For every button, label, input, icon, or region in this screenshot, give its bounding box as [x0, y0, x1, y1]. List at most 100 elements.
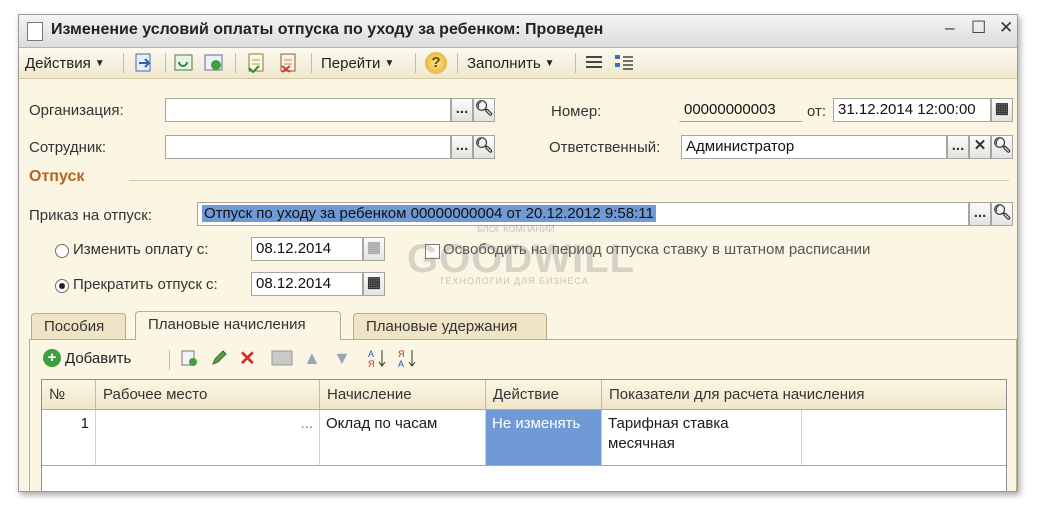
- search-icon: 🔍︎: [992, 204, 1012, 221]
- column-header-action[interactable]: Действие: [486, 380, 602, 410]
- table-cell-indicators[interactable]: Тарифная ставка месячная: [602, 410, 802, 466]
- list-view-button[interactable]: [583, 51, 605, 75]
- refresh-button[interactable]: [203, 51, 225, 75]
- window-title: Изменение условий оплаты отпуска по уход…: [51, 21, 604, 38]
- responsible-field[interactable]: Администратор: [681, 135, 947, 159]
- calendar-icon: ▦: [366, 274, 382, 291]
- arrow-up-icon: ▲: [303, 347, 321, 368]
- document-window: Изменение условий оплаты отпуска по уход…: [18, 14, 1018, 492]
- save-close-button[interactable]: [133, 51, 155, 75]
- organization-field[interactable]: [165, 98, 451, 122]
- sort-desc-icon: ЯА: [398, 349, 416, 369]
- chevron-down-icon: ▼: [94, 57, 105, 69]
- delete-row-button[interactable]: ✕: [239, 346, 256, 370]
- end-leave-date-picker[interactable]: ▦: [363, 272, 385, 296]
- search-icon: 🔍︎: [992, 137, 1012, 154]
- post-icon: [248, 53, 264, 74]
- edit-row-button[interactable]: [209, 346, 229, 370]
- column-header-number[interactable]: №: [42, 380, 96, 410]
- goto-menu[interactable]: Перейти ▼: [321, 51, 394, 75]
- chevron-down-icon: ▼: [384, 57, 395, 69]
- write-icon: [174, 54, 193, 71]
- responsible-label: Ответственный:: [549, 139, 661, 156]
- toolbar-separator: [123, 53, 124, 73]
- add-row-label: Добавить: [65, 349, 132, 367]
- svg-text:Я: Я: [368, 359, 375, 369]
- organization-select-button[interactable]: ...: [451, 98, 473, 122]
- toolbar-separator: [415, 53, 416, 73]
- order-open-button[interactable]: 🔍︎: [991, 202, 1013, 226]
- number-label: Номер:: [551, 103, 602, 120]
- date-label: от:: [807, 103, 827, 120]
- actions-menu[interactable]: Действия ▼: [25, 51, 105, 75]
- tab-planned-deductions[interactable]: Плановые удержания: [353, 313, 547, 339]
- sort-asc-icon: АЯ: [368, 349, 386, 369]
- number-field[interactable]: 00000000003: [679, 98, 803, 122]
- add-row-button[interactable]: + Добавить: [43, 346, 131, 370]
- fill-menu[interactable]: Заполнить ▼: [467, 51, 555, 75]
- change-pay-date-picker[interactable]: ▦: [363, 237, 385, 261]
- leave-section-title: Отпуск: [29, 168, 85, 185]
- end-leave-date-field[interactable]: 08.12.2014: [251, 272, 363, 296]
- order-select-button[interactable]: ...: [969, 202, 991, 226]
- accruals-table[interactable]: № Рабочее место Начисление Действие Пока…: [41, 379, 1007, 491]
- goto-label: Перейти: [321, 54, 381, 72]
- column-header-indicators[interactable]: Показатели для расчета начисления: [602, 380, 1006, 410]
- post-button[interactable]: [245, 51, 267, 75]
- write-button[interactable]: [173, 51, 195, 75]
- fill-label: Заполнить: [467, 54, 541, 72]
- search-icon: 🔍︎: [474, 100, 494, 117]
- change-pay-label[interactable]: Изменить оплату с:: [73, 241, 208, 258]
- column-header-accrual[interactable]: Начисление: [320, 380, 486, 410]
- end-edit-icon: [271, 350, 293, 366]
- tab-planned-accruals[interactable]: Плановые начисления: [135, 311, 341, 340]
- watermark-tagline: ТЕХНОЛОГИИ ДЛЯ БИЗНЕСА: [439, 276, 589, 286]
- end-leave-label[interactable]: Прекратить отпуск с:: [73, 276, 218, 293]
- sort-desc-button[interactable]: ЯА: [397, 346, 419, 370]
- toolbar-separator: [457, 53, 458, 73]
- help-button[interactable]: ?: [425, 51, 447, 75]
- table-cell-action[interactable]: Не изменять: [486, 410, 602, 466]
- responsible-open-button[interactable]: 🔍︎: [991, 135, 1013, 159]
- responsible-clear-button[interactable]: ✕: [969, 135, 991, 159]
- employee-label: Сотрудник:: [29, 139, 107, 156]
- toolbar-separator: [235, 53, 236, 73]
- end-leave-radio[interactable]: [55, 279, 69, 293]
- move-up-button[interactable]: ▲: [303, 346, 321, 370]
- unpost-icon: [280, 53, 296, 73]
- table-cell-accrual[interactable]: Оклад по часам: [320, 410, 486, 466]
- date-field[interactable]: 31.12.2014 12:00:00: [833, 98, 991, 122]
- organization-open-button[interactable]: 🔍︎: [473, 98, 495, 122]
- calendar-icon: ▦: [366, 239, 382, 256]
- svg-text:А: А: [398, 359, 404, 369]
- employee-select-button[interactable]: ...: [451, 135, 473, 159]
- toolbar-separator: [311, 53, 312, 73]
- change-pay-date-field[interactable]: 08.12.2014: [251, 237, 363, 261]
- employee-field[interactable]: [165, 135, 451, 159]
- copy-row-button[interactable]: [179, 346, 199, 370]
- column-header-workplace[interactable]: Рабочее место: [96, 380, 320, 410]
- move-down-button[interactable]: ▼: [333, 346, 351, 370]
- help-icon: ?: [425, 52, 447, 74]
- sort-asc-button[interactable]: АЯ: [367, 346, 389, 370]
- responsible-select-button[interactable]: ...: [947, 135, 969, 159]
- table-cell-empty[interactable]: [802, 410, 1006, 466]
- close-button[interactable]: ✕: [999, 18, 1013, 38]
- date-picker-button[interactable]: ▦: [991, 98, 1013, 122]
- unpost-button[interactable]: [277, 51, 299, 75]
- end-edit-button[interactable]: [271, 346, 293, 370]
- structure-button[interactable]: [613, 51, 635, 75]
- toolbar-separator: [165, 53, 166, 73]
- table-cell-number[interactable]: 1: [42, 410, 96, 466]
- structure-icon: [615, 55, 633, 70]
- change-pay-radio[interactable]: [55, 244, 69, 258]
- maximize-button[interactable]: ☐: [971, 18, 986, 38]
- document-icon: [27, 22, 43, 41]
- employee-open-button[interactable]: 🔍︎: [473, 135, 495, 159]
- order-field[interactable]: Отпуск по уходу за ребенком 00000000004 …: [197, 202, 969, 226]
- toolbar-separator: [169, 350, 170, 370]
- table-cell-workplace[interactable]: ...: [96, 410, 320, 466]
- tab-benefits[interactable]: Пособия: [31, 313, 126, 339]
- minimize-button[interactable]: –: [945, 18, 954, 38]
- title-bar: Изменение условий оплаты отпуска по уход…: [19, 15, 1017, 48]
